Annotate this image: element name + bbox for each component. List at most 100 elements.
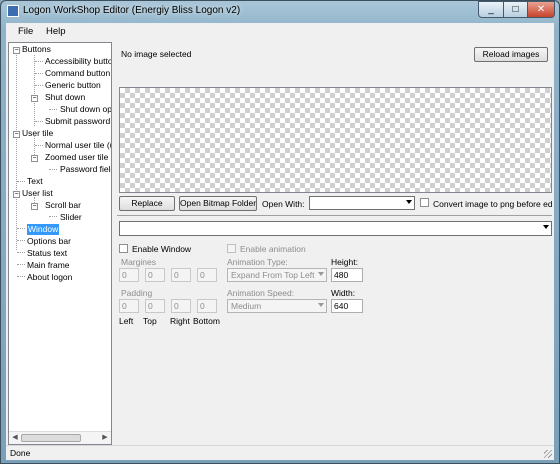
menu-help[interactable]: Help xyxy=(46,26,66,37)
tree-node-user-list[interactable]: User list xyxy=(22,188,53,199)
enable-animation-label: Enable animation xyxy=(240,244,306,254)
tree-node-generic-button[interactable]: Generic button xyxy=(45,80,101,91)
height-label: Height: xyxy=(331,257,358,267)
tree-horizontal-scrollbar[interactable]: ◀ ▶ xyxy=(9,431,111,444)
tree-connector xyxy=(17,240,25,241)
tree-node-command-button[interactable]: Command button xyxy=(45,68,110,79)
divider xyxy=(117,215,552,216)
collapse-icon[interactable]: − xyxy=(13,191,20,198)
margin-bottom-input[interactable]: 0 xyxy=(197,268,217,282)
tree-connector xyxy=(49,169,57,170)
tree-node-shut-down[interactable]: Shut down xyxy=(45,92,85,103)
scroll-right-icon[interactable]: ▶ xyxy=(99,432,111,444)
chevron-down-icon xyxy=(318,272,324,276)
tree-node-accessibility-button[interactable]: Accessibility button xyxy=(45,56,111,67)
client-area: File Help − Buttons Accessibility button… xyxy=(6,23,554,460)
padding-top-input[interactable]: 0 xyxy=(145,299,165,313)
tree-connector xyxy=(35,85,43,86)
tree-node-options-bar[interactable]: Options bar xyxy=(27,236,71,247)
chevron-down-icon xyxy=(543,225,549,229)
resize-grip-icon[interactable] xyxy=(544,450,552,458)
margines-label: Margines xyxy=(121,257,156,267)
side-label-right: Right xyxy=(170,316,190,326)
width-label: Width: xyxy=(331,288,356,298)
animation-type-label: Animation Type: xyxy=(227,257,288,267)
open-bitmap-folder-button[interactable]: Open Bitmap Folder xyxy=(179,196,257,211)
tree-node-main-frame[interactable]: Main frame xyxy=(27,260,70,271)
scroll-left-icon[interactable]: ◀ xyxy=(9,432,21,444)
image-status-text: No image selected xyxy=(121,49,192,59)
element-select[interactable] xyxy=(119,221,552,236)
tree-node-scroll-bar[interactable]: Scroll bar xyxy=(45,200,81,211)
tree-connector xyxy=(49,109,57,110)
open-with-select[interactable] xyxy=(309,196,415,210)
tree-node-text[interactable]: Text xyxy=(27,176,43,187)
padding-right-input[interactable]: 0 xyxy=(171,299,191,313)
element-tree[interactable]: − Buttons Accessibility button Command b… xyxy=(8,42,112,445)
animation-speed-value: Medium xyxy=(231,301,262,311)
collapse-icon[interactable]: − xyxy=(31,155,38,162)
collapse-icon[interactable]: − xyxy=(31,95,38,102)
editor-panel: No image selected Reload images Replace … xyxy=(115,42,554,445)
menu-file[interactable]: File xyxy=(18,26,33,37)
tree-node-buttons[interactable]: Buttons xyxy=(22,44,51,55)
side-label-left: Left xyxy=(119,316,134,326)
animation-type-value: Expand From Top Left xyxy=(231,270,315,280)
margin-top-input[interactable]: 0 xyxy=(145,268,165,282)
title-bar[interactable]: Logon WorkShop Editor (Energiy Bliss Log… xyxy=(1,1,559,23)
tree-node-zoomed-user-tile[interactable]: Zoomed user tile (pa xyxy=(45,152,111,163)
chevron-down-icon xyxy=(406,200,412,204)
tree-node-normal-user-tile[interactable]: Normal user tile (use xyxy=(45,140,111,151)
tree-node-about-logon[interactable]: About logon xyxy=(27,272,72,283)
tree-connector xyxy=(49,216,57,217)
tree-connector xyxy=(16,52,17,250)
replace-button[interactable]: Replace xyxy=(119,196,175,211)
tree-connector xyxy=(17,181,25,182)
tree-connector xyxy=(34,55,35,126)
tree-node-slider[interactable]: Slider xyxy=(60,212,82,223)
margin-left-input[interactable]: 0 xyxy=(119,268,139,282)
convert-png-checkbox[interactable] xyxy=(420,198,429,207)
minimize-button[interactable]: _ xyxy=(478,1,504,18)
tree-connector xyxy=(35,121,43,122)
enable-animation-checkbox[interactable] xyxy=(227,244,236,253)
animation-speed-select[interactable]: Medium xyxy=(227,299,327,313)
side-label-top: Top xyxy=(143,316,157,326)
enable-window-label: Enable Window xyxy=(132,244,192,254)
padding-left-input[interactable]: 0 xyxy=(119,299,139,313)
chevron-down-icon xyxy=(318,303,324,307)
tree-connector xyxy=(17,228,25,229)
convert-png-label: Convert image to png before editing xyxy=(433,199,552,209)
padding-label: Padding xyxy=(121,288,153,298)
collapse-icon[interactable]: − xyxy=(31,203,38,210)
window-title: Logon WorkShop Editor (Energiy Bliss Log… xyxy=(23,5,241,16)
animation-speed-label: Animation Speed: xyxy=(227,288,295,298)
tree-node-password-field[interactable]: Password field xyxy=(60,164,111,175)
app-icon xyxy=(7,5,19,17)
enable-window-checkbox[interactable] xyxy=(119,244,128,253)
image-preview xyxy=(119,87,552,193)
tree-connector xyxy=(17,252,25,253)
close-button[interactable]: ✕ xyxy=(527,1,555,18)
tree-node-submit-password[interactable]: Submit password bu xyxy=(45,116,111,127)
status-text: Done xyxy=(10,448,31,458)
tree-node-window[interactable]: Window xyxy=(27,224,60,235)
width-input[interactable]: 640 xyxy=(331,299,363,313)
collapse-icon[interactable]: − xyxy=(13,131,20,138)
tree-connector xyxy=(35,61,43,62)
tree-node-user-tile[interactable]: User tile xyxy=(22,128,53,139)
height-input[interactable]: 480 xyxy=(331,268,363,282)
tree-connector xyxy=(17,264,25,265)
tree-connector xyxy=(17,276,25,277)
tree-connector xyxy=(35,145,43,146)
margin-right-input[interactable]: 0 xyxy=(171,268,191,282)
maximize-button[interactable]: □ xyxy=(503,1,528,18)
padding-bottom-input[interactable]: 0 xyxy=(197,299,217,313)
tree-node-shut-down-options[interactable]: Shut down optio xyxy=(60,104,111,115)
collapse-icon[interactable]: − xyxy=(13,47,20,54)
reload-images-button[interactable]: Reload images xyxy=(474,47,548,62)
tree-node-status-text[interactable]: Status text xyxy=(27,248,67,259)
animation-type-select[interactable]: Expand From Top Left xyxy=(227,268,327,282)
scrollbar-thumb[interactable] xyxy=(21,434,81,442)
open-with-label: Open With: xyxy=(262,199,305,209)
